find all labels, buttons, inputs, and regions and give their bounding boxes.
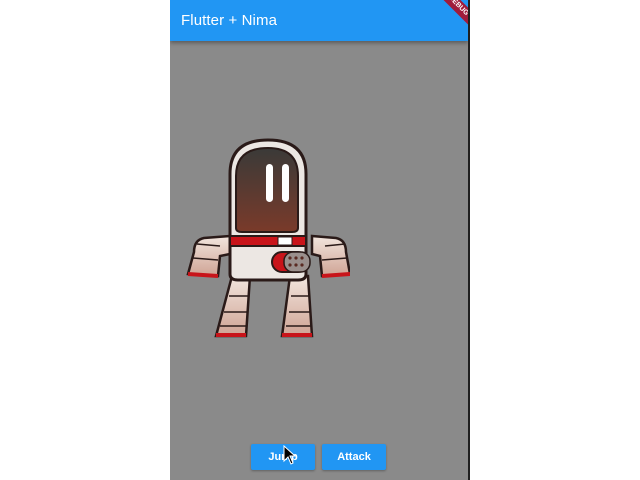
robot-left-arm <box>186 234 232 278</box>
robot-left-leg <box>214 274 252 338</box>
mouse-cursor-icon <box>283 445 297 465</box>
robot-character <box>186 138 350 338</box>
app-bar: Flutter + Nima <box>170 0 468 41</box>
robot-right-leg <box>280 274 314 338</box>
robot-body <box>228 138 311 282</box>
app-window: Flutter + Nima DEBUG Jump Attack <box>170 0 470 480</box>
app-title: Flutter + Nima <box>181 12 278 29</box>
robot-right-arm <box>310 234 350 278</box>
attack-button[interactable]: Attack <box>322 444 386 470</box>
